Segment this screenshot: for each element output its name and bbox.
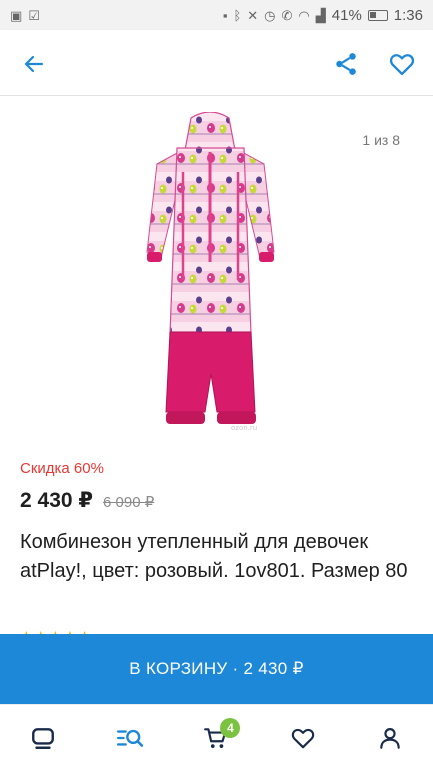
current-price: 2 430 ₽ <box>20 489 93 512</box>
status-bar: ▣ ☑ ▪ ᛒ ✕ ◷ ✆ ◠ ▟ 41% 1:36 <box>0 0 433 30</box>
share-button[interactable] <box>328 46 364 82</box>
nav-favorites[interactable] <box>275 710 331 766</box>
heart-outline-icon <box>389 54 415 76</box>
product-image[interactable]: ozon.ru <box>143 112 278 442</box>
image-watermark: ozon.ru <box>231 424 257 432</box>
back-button[interactable] <box>16 46 52 82</box>
clock: 1:36 <box>393 6 423 24</box>
bluetooth-icon: ᛒ <box>233 7 242 23</box>
call-icon: ✆ <box>281 7 293 23</box>
cart-count-badge: 4 <box>220 717 241 738</box>
product-gallery[interactable]: 1 из 8 ozon.ru <box>0 96 433 448</box>
discount-label: Скидка 60% <box>20 460 104 477</box>
nav-catalog[interactable] <box>102 710 158 766</box>
bottom-navigation: 4 <box>0 704 433 770</box>
battery-percent: 41% <box>331 6 362 24</box>
arrow-left-icon <box>24 55 44 73</box>
image-notification-icon: ▣ <box>10 7 23 23</box>
clipboard-check-icon: ☑ <box>28 7 40 23</box>
add-to-cart-button[interactable]: В КОРЗИНУ · 2 430 ₽ <box>0 634 433 704</box>
old-price: 6 090 ₽ <box>103 494 155 511</box>
lock-icon: ▪ <box>222 7 228 23</box>
nav-cart[interactable]: 4 <box>188 710 244 766</box>
alarm-icon: ◷ <box>264 7 276 23</box>
wifi-icon: ◠ <box>298 7 310 23</box>
nav-profile[interactable] <box>362 710 418 766</box>
product-title: Комбинезон утепленный для девочек atPlay… <box>20 531 408 582</box>
profile-icon <box>379 727 400 749</box>
gallery-counter: 1 из 8 <box>362 132 400 148</box>
favorite-button[interactable] <box>384 46 420 82</box>
signal-icon: ▟ <box>315 7 326 23</box>
price-row: 2 430 ₽ 6 090 ₽ <box>20 488 154 513</box>
add-to-cart-label: В КОРЗИНУ · 2 430 ₽ <box>129 659 304 678</box>
share-icon <box>336 53 356 75</box>
nav-home[interactable] <box>15 710 71 766</box>
catalog-search-icon <box>116 729 144 747</box>
status-bar-left: ▣ ☑ <box>10 9 40 22</box>
battery-icon <box>367 9 388 21</box>
status-bar-right: ▪ ᛒ ✕ ◷ ✆ ◠ ▟ 41% 1:36 <box>223 7 423 24</box>
app-bar <box>0 30 433 96</box>
mute-icon: ✕ <box>247 7 259 23</box>
home-icon <box>32 727 55 749</box>
heart-icon <box>291 728 315 748</box>
